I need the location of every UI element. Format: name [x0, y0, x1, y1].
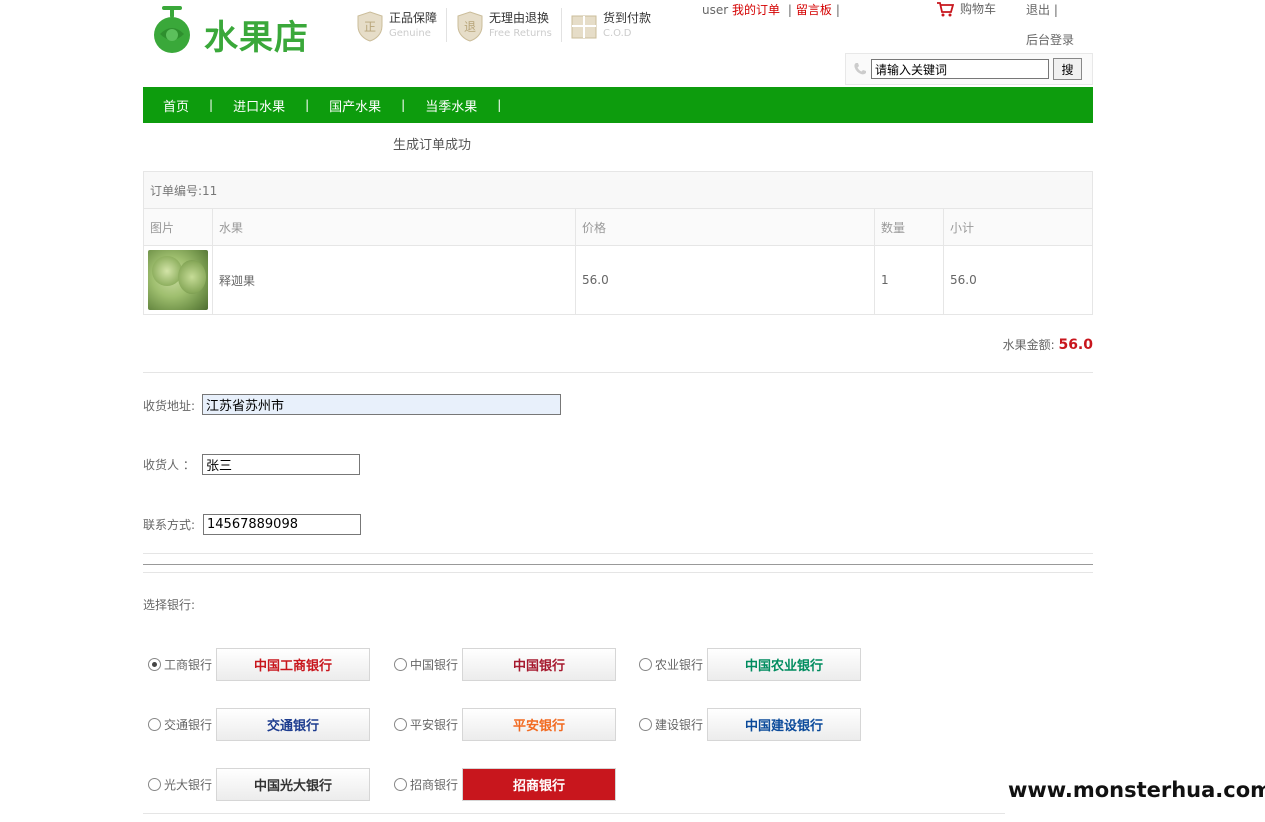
bank-option-pingan[interactable]: 平安银行 平安银行	[394, 708, 617, 741]
col-qty: 数量	[874, 208, 944, 246]
divider	[143, 553, 1093, 554]
icbc-logo[interactable]: 中国工商银行	[216, 648, 371, 681]
col-image: 图片	[143, 208, 213, 246]
bank-option-ccb[interactable]: 建设银行 中国建设银行	[639, 708, 862, 741]
logout-link[interactable]: 退出 |	[1026, 1, 1058, 18]
admin-login-link[interactable]: 后台登录	[1026, 31, 1074, 48]
promo-divider	[446, 8, 447, 42]
bank-option-bocom[interactable]: 交通银行 交通银行	[148, 708, 371, 741]
bank-option-abc[interactable]: 农业银行 中国农业银行	[639, 648, 862, 681]
promo-genuine-en: Genuine	[389, 28, 431, 39]
promo-cod-en: C.O.D	[603, 28, 632, 39]
radio-abc[interactable]	[639, 658, 652, 671]
radio-ceb[interactable]	[148, 778, 161, 791]
cart-link[interactable]: 购物车	[936, 0, 996, 17]
return-icon: 退	[457, 11, 483, 42]
search-button[interactable]: 搜	[1053, 58, 1082, 80]
phone-icon	[854, 63, 866, 75]
total-amount: 56.0	[1058, 337, 1093, 353]
bocom-logo[interactable]: 交通银行	[216, 708, 371, 741]
cmb-logo[interactable]: 招商银行	[462, 768, 617, 801]
nav-imported-fruit[interactable]: 进口水果	[233, 96, 285, 115]
order-total: 水果金额: 56.0	[1003, 336, 1093, 353]
radio-bocom[interactable]	[148, 718, 161, 731]
product-name: 释迦果	[212, 245, 576, 315]
product-price: 56.0	[575, 245, 875, 315]
bank-option-cmb[interactable]: 招商银行 招商银行	[394, 768, 617, 801]
svg-text:退: 退	[464, 20, 476, 34]
svg-text:正: 正	[364, 20, 376, 34]
bank-option-ceb[interactable]: 光大银行 中国光大银行	[148, 768, 371, 801]
username: user	[702, 3, 729, 17]
cart-label: 购物车	[960, 2, 997, 16]
divider	[143, 564, 1093, 565]
radio-ccb[interactable]	[639, 718, 652, 731]
total-label: 水果金额:	[1002, 338, 1055, 352]
order-success-message: 生成订单成功	[393, 138, 472, 153]
abc-logo[interactable]: 中国农业银行	[707, 648, 862, 681]
bank-select-label: 选择银行:	[143, 598, 196, 612]
product-image[interactable]	[148, 250, 208, 310]
receiver-label: 收货人 ：	[143, 458, 195, 472]
order-table: 订单编号:11 图片 水果 价格 数量 小计 释迦果 56.0 1 56.0	[143, 171, 1093, 315]
radio-icbc[interactable]	[148, 658, 161, 671]
divider	[143, 372, 1093, 373]
nav-seasonal-fruit[interactable]: 当季水果	[425, 96, 477, 115]
search-input[interactable]	[871, 59, 1049, 79]
logo-icon[interactable]	[150, 4, 194, 54]
promo-divider	[561, 8, 562, 42]
divider	[143, 813, 1005, 814]
col-price: 价格	[575, 208, 875, 246]
boc-logo[interactable]: 中国银行	[462, 648, 617, 681]
pingan-logo[interactable]: 平安银行	[462, 708, 617, 741]
promo-genuine-cn: 正品保障	[389, 11, 438, 25]
address-input[interactable]	[202, 394, 561, 415]
bank-option-icbc[interactable]: 工商银行 中国工商银行	[148, 648, 371, 681]
product-subtotal: 56.0	[943, 245, 1093, 315]
shield-icon: 正	[357, 11, 383, 42]
cart-icon	[937, 1, 954, 16]
nav-home[interactable]: 首页	[163, 96, 189, 115]
promo-returns-cn: 无理由退换	[489, 11, 550, 25]
watermark-text: www.monsterhua.com	[1008, 778, 1265, 802]
promo-cod-cn: 货到付款	[603, 11, 652, 25]
table-row: 释迦果 56.0 1 56.0	[143, 245, 1093, 315]
address-label: 收货地址:	[143, 399, 196, 413]
radio-boc[interactable]	[394, 658, 407, 671]
phone-label: 联系方式:	[143, 518, 196, 532]
main-nav: 首页 | 进口水果 | 国产水果 | 当季水果 |	[143, 87, 1093, 123]
gift-icon	[571, 15, 597, 39]
divider	[143, 572, 1093, 573]
col-fruit: 水果	[212, 208, 576, 246]
ccb-logo[interactable]: 中国建设银行	[707, 708, 862, 741]
order-number: 订单编号:11	[143, 171, 1093, 209]
col-subtotal: 小计	[943, 208, 1093, 246]
phone-input[interactable]	[203, 514, 361, 535]
receiver-input[interactable]	[202, 454, 360, 475]
promo-returns-en: Free Returns	[489, 28, 552, 39]
message-board-link[interactable]: 留言板	[796, 3, 832, 17]
bank-option-boc[interactable]: 中国银行 中国银行	[394, 648, 617, 681]
radio-cmb[interactable]	[394, 778, 407, 791]
top-links: user 我的订单 | 留言板 |	[702, 3, 840, 17]
product-qty: 1	[874, 245, 944, 315]
promo-cod: 货到付款 C.O.D	[569, 8, 651, 44]
nav-domestic-fruit[interactable]: 国产水果	[329, 96, 381, 115]
ceb-logo[interactable]: 中国光大银行	[216, 768, 371, 801]
my-orders-link[interactable]: 我的订单	[732, 3, 780, 17]
logo-text[interactable]: 水果店	[204, 10, 309, 59]
promo-returns: 退 无理由退换 Free Returns	[455, 8, 552, 44]
radio-pingan[interactable]	[394, 718, 407, 731]
promo-genuine: 正 正品保障 Genuine	[355, 8, 437, 44]
